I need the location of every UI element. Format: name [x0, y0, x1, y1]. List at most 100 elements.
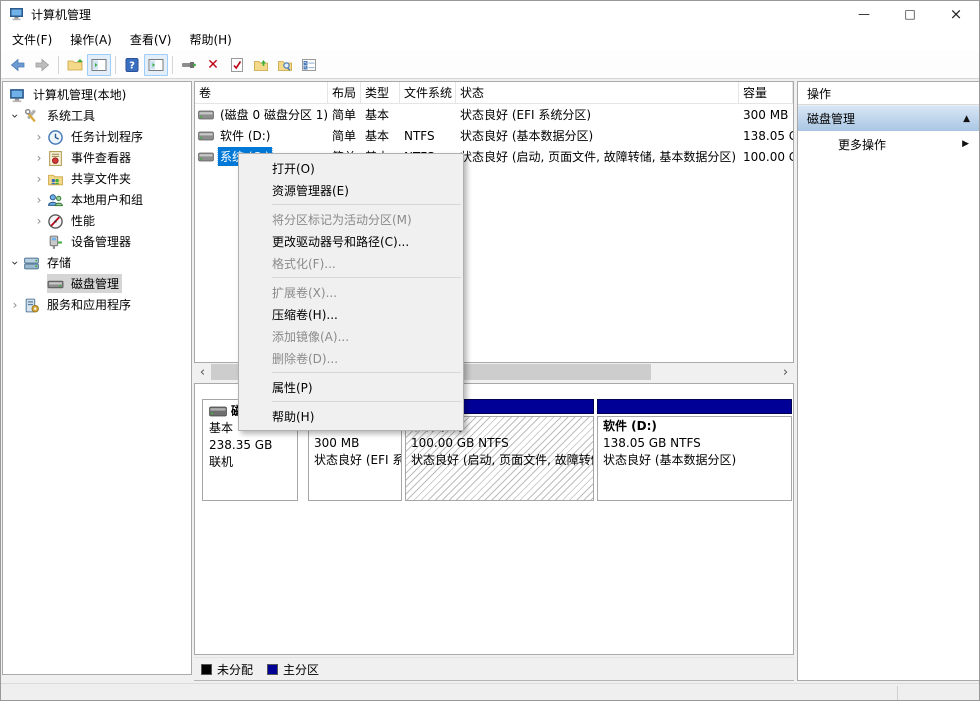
legend-bar: 未分配 主分区 — [194, 657, 794, 681]
partition-status: 状态良好 (基本数据分区) — [603, 452, 786, 469]
column-header-filesystem[interactable]: 文件系统 — [400, 82, 456, 103]
tree-item-performance[interactable]: › 性能 — [31, 210, 191, 231]
column-header-capacity[interactable]: 容量 — [739, 82, 793, 103]
chevron-collapsed-icon[interactable]: › — [31, 172, 47, 186]
chevron-expanded-icon[interactable]: › — [8, 108, 22, 124]
export-list-icon[interactable] — [249, 54, 273, 76]
chevron-collapsed-icon[interactable]: › — [31, 130, 47, 144]
close-button[interactable]: × — [933, 1, 979, 27]
tree-item-shared-folders[interactable]: › 共享文件夹 — [31, 168, 191, 189]
menu-item-format: 格式化(F)... — [239, 252, 463, 274]
chevron-collapsed-icon[interactable]: › — [31, 151, 47, 165]
volume-row-efi-partition[interactable]: (磁盘 0 磁盘分区 1) 简单 基本 状态良好 (EFI 系统分区) 300 … — [195, 104, 793, 125]
menu-item-help[interactable]: 帮助(H) — [239, 405, 463, 427]
tree-item-label: 设备管理器 — [68, 232, 134, 251]
tree-item-local-users-and-groups[interactable]: › 本地用户和组 — [31, 189, 191, 210]
show-console-tree-icon[interactable] — [87, 54, 111, 76]
volume-status: 状态良好 (基本数据分区) — [456, 127, 739, 144]
tree-item-system-tools[interactable]: › 系统工具 — [7, 105, 191, 126]
help-icon[interactable]: ? — [120, 54, 144, 76]
tree-item-disk-management[interactable]: 磁盘管理 — [31, 273, 191, 294]
menu-separator — [272, 401, 461, 402]
volume-type: 基本 — [361, 127, 400, 144]
show-action-pane-icon[interactable] — [144, 54, 168, 76]
computer-icon — [9, 87, 26, 103]
legend-label: 未分配 — [217, 661, 253, 678]
tree-item-label: 磁盘管理 — [68, 274, 122, 293]
minimize-button[interactable]: — — [841, 1, 887, 27]
scroll-right-arrow-icon[interactable]: › — [777, 363, 794, 381]
tree-item-task-scheduler[interactable]: › 任务计划程序 — [31, 126, 191, 147]
chevron-expanded-icon[interactable]: › — [8, 255, 22, 271]
menu-item-delete-volume: 删除卷(D)... — [239, 347, 463, 369]
menu-action[interactable]: 操作(A) — [61, 28, 121, 51]
volume-row-software-d[interactable]: 软件 (D:) 简单 基本 NTFS 状态良好 (基本数据分区) 138.05 … — [195, 125, 793, 146]
tree-item-event-viewer[interactable]: › 事件查看器 — [31, 147, 191, 168]
back-icon[interactable] — [6, 54, 30, 76]
partition-status: 状态良好 (启动, 页面文件, 故障转储, 基本数据分区) — [411, 452, 588, 469]
column-header-type[interactable]: 类型 — [361, 82, 400, 103]
column-header-layout[interactable]: 布局 — [328, 82, 361, 103]
menu-item-change-drive-letter[interactable]: 更改驱动器号和路径(C)... — [239, 230, 463, 252]
collapse-icon[interactable]: ▲ — [963, 114, 970, 124]
toolbar-separator — [58, 56, 59, 74]
chevron-collapsed-icon[interactable]: › — [31, 214, 47, 228]
services-applications-icon — [23, 297, 40, 313]
tree-item-label: 本地用户和组 — [68, 190, 146, 209]
system-tools-icon — [23, 108, 40, 124]
tree-item-label: 系统工具 — [44, 106, 98, 125]
menu-item-open[interactable]: 打开(O) — [239, 157, 463, 179]
partition-status: 状态良好 (EFI 系统分区) — [314, 452, 396, 469]
menu-item-shrink-volume[interactable]: 压缩卷(H)... — [239, 303, 463, 325]
attach-vhd-icon[interactable] — [177, 54, 201, 76]
event-viewer-icon — [47, 150, 64, 166]
tree-item-services-and-applications[interactable]: › 服务和应用程序 — [7, 294, 191, 315]
volume-capacity: 100.00 GB — [739, 150, 793, 164]
window-title: 计算机管理 — [31, 6, 841, 23]
storage-icon — [23, 255, 40, 271]
menu-item-explorer[interactable]: 资源管理器(E) — [239, 179, 463, 201]
scroll-left-arrow-icon[interactable]: ‹ — [194, 363, 211, 381]
status-bar-divider — [897, 686, 898, 701]
svg-text:?: ? — [129, 60, 135, 71]
menu-view[interactable]: 查看(V) — [121, 28, 181, 51]
local-users-groups-icon — [47, 192, 64, 208]
partition-software-d[interactable]: 软件 (D:) 138.05 GB NTFS 状态良好 (基本数据分区) — [597, 399, 792, 501]
tree-item-computer-management-local[interactable]: 计算机管理(本地) — [9, 84, 191, 105]
volume-type: 基本 — [361, 106, 400, 123]
primary-partition-swatch — [267, 664, 278, 675]
tree-item-storage[interactable]: › 存储 — [7, 252, 191, 273]
volume-icon — [198, 110, 214, 120]
more-actions-item[interactable]: 更多操作 ▶ — [798, 131, 979, 157]
disk-icon — [209, 406, 227, 417]
submenu-arrow-icon[interactable]: ▶ — [962, 139, 969, 149]
up-one-level-icon[interactable] — [63, 54, 87, 76]
console-tree-panel: 计算机管理(本地) › 系统工具 › 任务计划程序 › 事件查看器 › — [2, 81, 192, 675]
primary-partition-color-bar — [597, 399, 792, 414]
maximize-button[interactable]: □ — [887, 1, 933, 27]
menu-item-properties[interactable]: 属性(P) — [239, 376, 463, 398]
tree-item-label: 存储 — [44, 253, 74, 272]
chevron-collapsed-icon[interactable]: › — [7, 298, 23, 312]
verify-icon[interactable] — [225, 54, 249, 76]
menu-item-add-mirror: 添加镜像(A)... — [239, 325, 463, 347]
tree-item-label: 性能 — [68, 211, 98, 230]
actions-group-disk-management[interactable]: 磁盘管理 ▲ — [798, 105, 979, 131]
menubar: 文件(F) 操作(A) 查看(V) 帮助(H) — [1, 27, 979, 51]
customize-icon[interactable] — [297, 54, 321, 76]
tree-item-label: 任务计划程序 — [68, 127, 146, 146]
column-header-status[interactable]: 状态 — [456, 82, 739, 103]
partition-size: 100.00 GB NTFS — [411, 435, 588, 452]
forward-icon[interactable] — [30, 54, 54, 76]
menu-help[interactable]: 帮助(H) — [180, 28, 240, 51]
volume-capacity: 300 MB — [739, 108, 793, 122]
delete-icon[interactable]: ✕ — [201, 54, 225, 76]
actions-panel-title: 操作 — [798, 82, 979, 105]
performance-icon — [47, 213, 64, 229]
tree-item-device-manager[interactable]: 设备管理器 — [31, 231, 191, 252]
find-icon[interactable] — [273, 54, 297, 76]
chevron-collapsed-icon[interactable]: › — [31, 193, 47, 207]
column-header-volume[interactable]: 卷 — [195, 82, 328, 103]
computer-management-window: 计算机管理 — □ × 文件(F) 操作(A) 查看(V) 帮助(H) ? — [0, 0, 980, 701]
menu-file[interactable]: 文件(F) — [3, 28, 61, 51]
